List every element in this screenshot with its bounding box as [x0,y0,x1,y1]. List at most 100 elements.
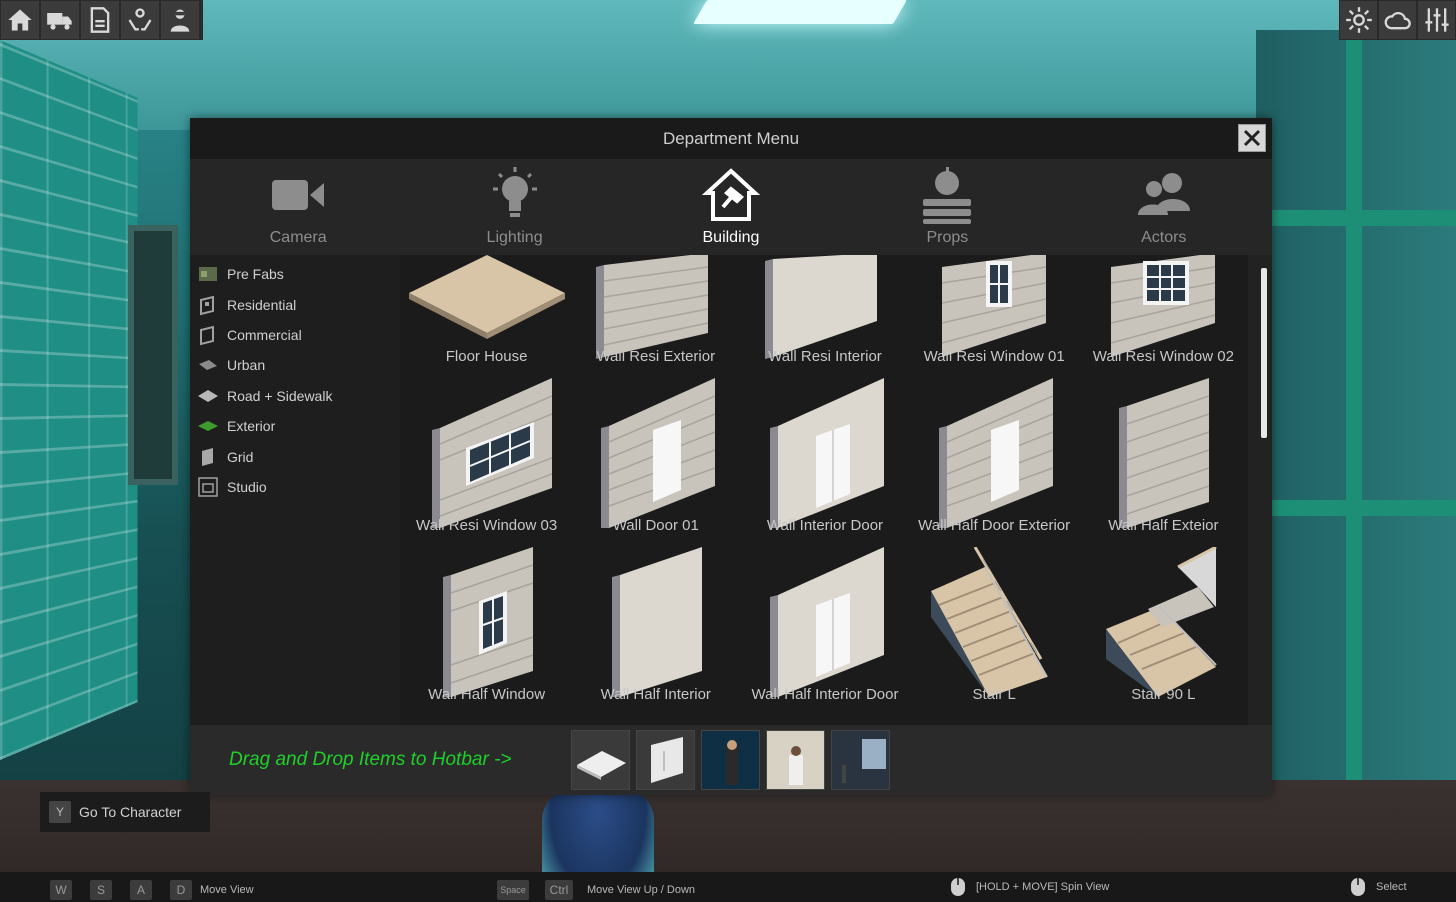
hotbar-slot-1[interactable] [571,730,630,790]
hands-button[interactable] [121,1,159,39]
key-s: S [90,880,112,900]
item-thumbnail [437,547,537,701]
go-to-character-button[interactable]: Y Go To Character [40,792,210,832]
key-hint: Y [49,801,71,823]
catalog-item-wall-half-interior[interactable]: Wall Half Interior [571,543,740,712]
item-label: Wall Half Exteior [1108,517,1219,534]
sun-button[interactable] [1340,1,1377,39]
key-space: Space [497,880,529,900]
catalog-item-wall-resi-interior[interactable]: Wall Resi Interior [740,255,909,374]
studio-icon [198,477,218,497]
catalog-item-wall-half-interior-door[interactable]: Wall Half Interior Door [740,543,909,712]
hotbar-slot-5[interactable] [831,730,890,790]
sidebar-item-exterior[interactable]: Exterior [190,411,400,441]
vr-person-button[interactable] [161,1,199,39]
hotbar: Drag and Drop Items to Hotbar -> [190,725,1272,795]
item-label: Wall Half Door Exterior [918,517,1071,534]
catalog-item-wall-resi-window-02[interactable]: Wall Resi Window 02 [1079,255,1248,374]
key-d: D [170,880,192,900]
tab-actors[interactable]: Actors [1094,159,1234,255]
mouse-icon [1351,878,1365,896]
sidebar-item-road[interactable]: Road + Sidewalk [190,381,400,411]
select-label: Select [1376,881,1407,893]
move-updown-label: Move View Up / Down [587,884,696,896]
sidebar-label: Residential [227,296,297,313]
catalog-item-floor-house[interactable]: Floor House [402,255,571,374]
sidebar-label: Pre Fabs [227,266,284,283]
sidebar-label: Exterior [227,418,276,435]
item-label: Wall Half Interior [600,686,711,703]
menu-header: Department Menu [190,118,1272,159]
camera-icon [272,180,325,210]
home-button[interactable] [1,1,39,39]
ceiling-light [693,0,907,24]
item-thumbnail [1113,378,1213,532]
catalog-item-wall-resi-window-03[interactable]: Wall Resi Window 03 [402,374,571,543]
lightbulb-icon [492,167,537,217]
sidebar-item-urban[interactable]: Urban [190,350,400,380]
document-button[interactable] [81,1,119,39]
item-thumbnail [760,378,890,532]
catalog-item-wall-door-01[interactable]: Wall Door 01 [571,374,740,543]
key-ctrl: Ctrl [545,880,573,900]
grid-icon [202,447,213,466]
document-icon [90,7,110,33]
close-button[interactable] [1238,124,1266,152]
sidebar-item-prefabs[interactable]: Pre Fabs [190,259,400,289]
item-grid-area: Floor House Wall Resi Exterior Wall Resi I… [400,255,1248,725]
top-toolbar-left [0,0,203,40]
catalog-item-wall-half-exteior[interactable]: Wall Half Exteior [1079,374,1248,543]
truck-button[interactable] [41,1,79,39]
sun-icon [1345,7,1372,33]
sidebar-item-studio[interactable]: Studio [190,472,400,502]
hotbar-slot-2[interactable] [636,730,695,790]
item-label: Stair L [972,686,1016,703]
shelf-post [1346,30,1362,790]
house-hammer-icon [701,168,761,221]
item-label: Wall Resi Window 03 [416,517,558,534]
item-thumbnail [606,547,706,701]
sidebar-label: Urban [227,357,266,374]
tab-lighting[interactable]: Lighting [445,159,585,255]
hotbar-slot-4[interactable] [766,730,825,790]
tab-camera[interactable]: Camera [228,159,368,255]
catalog-item-wall-half-window[interactable]: Wall Half Window [402,543,571,712]
tab-building[interactable]: Building [661,159,801,255]
sidebar-label: Commercial [227,326,302,343]
catalog-item-stair-90-l[interactable]: Stair 90 L [1079,543,1248,712]
sidebar-item-residential[interactable]: Residential [190,289,400,319]
sidebar-label: Grid [227,448,254,465]
sidebar-item-grid[interactable]: Grid [190,441,400,471]
road-icon [198,389,218,402]
item-label: Wall Half Interior Door [751,686,899,703]
hotbar-slot-3[interactable] [701,730,760,790]
updown-hint: Space Ctrl Move View Up / Down [497,880,695,900]
wall-thumb [651,737,683,783]
sliders-icon [1424,8,1449,32]
home-icon [8,9,32,31]
cloud-button[interactable] [1379,1,1416,39]
close-icon [1243,129,1261,147]
scene-thumb-2 [767,731,824,789]
item-label: Wall Resi Window 01 [923,348,1065,365]
tab-label: Props [926,229,969,246]
residential-icon [200,295,214,315]
catalog-item-wall-resi-exterior[interactable]: Wall Resi Exterior [571,255,740,374]
sliders-button[interactable] [1418,1,1455,39]
sidebar-label: Road + Sidewalk [227,387,333,404]
tab-props[interactable]: Props [877,159,1017,255]
catalog-item-wall-resi-window-01[interactable]: Wall Resi Window 01 [910,255,1079,374]
catalog-item-stair-l[interactable]: Stair L [910,543,1079,712]
cloud-icon [1384,12,1411,30]
key-a: A [130,880,152,900]
grid-scrollbar[interactable] [1261,268,1267,438]
catalog-item-wall-half-door-exterior[interactable]: Wall Half Door Exterior [910,374,1079,543]
catalog-item-wall-interior-door[interactable]: Wall Interior Door [740,374,909,543]
spin-view-label: [HOLD + MOVE] Spin View [976,881,1110,893]
item-thumbnail [929,546,1059,701]
floor-thumb [577,751,626,780]
sidebar-item-commercial[interactable]: Commercial [190,320,400,350]
department-menu: Department Menu Camera Lighting Building… [190,118,1272,795]
mouse-icon [951,878,965,896]
key-w: W [50,880,72,900]
